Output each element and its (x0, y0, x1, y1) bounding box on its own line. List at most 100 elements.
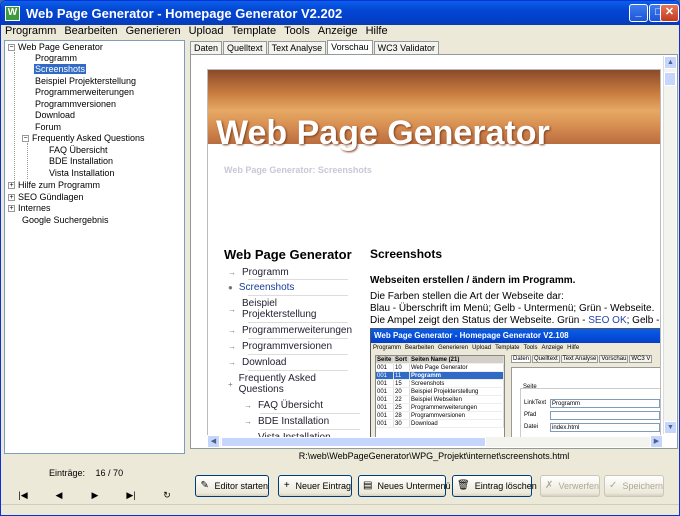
site-menu-item[interactable]: → Beispiel Projekterstellung (228, 298, 342, 320)
site-menu-item[interactable]: → Programm (228, 267, 289, 278)
tab-vorschau[interactable]: Vorschau (327, 40, 373, 54)
tree-item-label: Programmerweiterungen (35, 87, 135, 97)
site-submenu-item[interactable]: → BDE Installation (244, 416, 329, 427)
tree-item-vista-installation[interactable]: Vista Installation (49, 168, 114, 179)
screenshot-row: 001 30 Download (376, 420, 504, 428)
web-preview[interactable]: Web Page Generator Web Page Generator: S… (207, 69, 661, 441)
cell: 001 (376, 388, 394, 395)
site-menu-item[interactable]: → Programmversionen (228, 341, 332, 352)
menu-upload[interactable]: Upload (185, 25, 228, 39)
new-submenu-button[interactable]: ▤ Neues Untermenü (358, 475, 451, 497)
tree-item-programm[interactable]: Programm (35, 53, 77, 64)
menu-template[interactable]: Template (227, 25, 280, 39)
scroll-left-icon[interactable]: ◀ (207, 435, 220, 448)
vertical-scrollbar[interactable]: ▲ ▼ (663, 56, 677, 434)
button-label: Neues Untermenü (377, 481, 451, 491)
seo-ok-link[interactable]: SEO OK (588, 315, 626, 326)
site-menu-item[interactable]: + Frequently Asked Questions (228, 373, 339, 395)
horizontal-scrollbar[interactable]: ◀ ▶ (207, 435, 663, 448)
arrow-icon: → (244, 417, 252, 426)
screenshot-tab: Vorschau (599, 355, 629, 363)
save-button[interactable]: ✓ Speichern (604, 475, 664, 497)
screenshot-field-label: Datei (524, 424, 539, 430)
tree-item-label: Forum (35, 122, 62, 132)
site-menu-label: Beispiel Projekterstellung (242, 298, 317, 320)
first-record-icon[interactable]: |◀ (13, 488, 33, 502)
screenshot-menu-item: Programm (373, 345, 402, 351)
editor-start-button[interactable]: ✎ Editor starten (195, 475, 269, 497)
menu-tools[interactable]: Tools (280, 25, 314, 39)
tree-item-hilfe[interactable]: + Hilfe zum Programm (8, 180, 100, 191)
preview-pane: Web Page Generator Web Page Generator: S… (190, 54, 678, 449)
menu-hilfe[interactable]: Hilfe (362, 25, 392, 39)
scroll-right-icon[interactable]: ▶ (650, 435, 663, 448)
menu-anzeige[interactable]: Anzeige (314, 25, 362, 39)
discard-button[interactable]: ✗ Verwerfen (540, 475, 600, 497)
scroll-down-icon[interactable]: ▼ (664, 421, 677, 434)
tree-item-screenshots[interactable]: Screenshots (34, 64, 87, 75)
menu-bearbeiten[interactable]: Bearbeiten (60, 25, 121, 39)
new-entry-button[interactable]: + Neuer Eintrag (278, 475, 352, 497)
prev-record-icon[interactable]: ◀ (49, 488, 69, 502)
screenshot-menu-item: Tools (523, 345, 538, 351)
title-bar[interactable]: W Web Page Generator - Homepage Generato… (1, 1, 679, 25)
tree-item-internes[interactable]: + Internes (8, 203, 51, 214)
site-submenu-item[interactable]: → FAQ Übersicht (244, 400, 323, 411)
collapse-icon[interactable]: − (8, 44, 15, 52)
next-record-icon[interactable]: ▶ (85, 488, 105, 502)
menu-programm[interactable]: Programm (1, 25, 60, 39)
tree-item-seo[interactable]: + SEO Gündlagen (8, 192, 84, 203)
scroll-up-icon[interactable]: ▲ (664, 56, 677, 69)
cell: 15 (394, 380, 410, 387)
last-record-icon[interactable]: ▶| (121, 488, 141, 502)
tab-wc3-validator[interactable]: WC3 Validator (373, 41, 439, 54)
tree-item-faq[interactable]: − Frequently Asked Questions (22, 133, 145, 144)
collapse-icon[interactable]: − (22, 135, 29, 143)
scroll-thumb[interactable] (664, 72, 676, 86)
navigation-tree[interactable]: − Web Page Generator Programm Screenshots… (4, 40, 185, 454)
site-menu-item[interactable]: → Programmerweiterungen (228, 325, 352, 336)
counter-label: Einträge: (49, 468, 86, 478)
cell: 001 (376, 412, 394, 419)
site-menu-title: Web Page Generator (224, 247, 352, 262)
tree-item-web-page-generator[interactable]: − Web Page Generator (8, 42, 103, 53)
tree-item-bde-installation[interactable]: BDE Installation (49, 156, 113, 167)
cell: 10 (394, 364, 410, 371)
delete-entry-button[interactable]: 🗑 Eintrag löschen (452, 475, 537, 497)
article-text: Blau - Überschrift im Menü; Gelb - Unter… (370, 303, 655, 314)
tree-item-beispiel-projekterstellung[interactable]: Beispiel Projekterstellung (35, 76, 136, 87)
window-title: Web Page Generator - Homepage Generator … (26, 5, 343, 21)
tab-daten[interactable]: Daten (190, 41, 223, 54)
expand-icon[interactable]: + (8, 182, 15, 190)
close-button[interactable]: ✕ (660, 4, 679, 22)
site-menu-item[interactable]: → Download (228, 357, 286, 368)
tree-item-programmerweiterungen[interactable]: Programmerweiterungen (35, 87, 134, 98)
arrow-icon: → (228, 326, 236, 335)
hscroll-thumb[interactable] (221, 437, 486, 447)
submenu-icon: ▤ (363, 480, 373, 491)
tree-item-label: Programmversionen (35, 99, 117, 109)
tree-item-forum[interactable]: Forum (35, 122, 61, 133)
site-menu-label: Programmerweiterungen (242, 325, 353, 336)
site-menu-item[interactable]: ● Screenshots (228, 282, 294, 293)
menu-generieren[interactable]: Generieren (122, 25, 185, 39)
refresh-icon[interactable]: ↻ (157, 488, 177, 502)
col-header: Seite (376, 356, 394, 363)
cell: 28 (394, 412, 410, 419)
expand-icon[interactable]: + (8, 194, 15, 202)
cell: 25 (394, 404, 410, 411)
tab-text-analyse[interactable]: Text Analyse (267, 41, 327, 54)
screenshot-field (550, 411, 660, 420)
tree-item-download[interactable]: Download (35, 110, 75, 121)
screenshot-menu: Programm Bearbeiten Generieren Upload Templa… (371, 343, 660, 354)
tree-item-programmversionen[interactable]: Programmversionen (35, 99, 116, 110)
tree-item-google[interactable]: Google Suchergebnis (22, 215, 109, 226)
tab-quelltext[interactable]: Quelltext (223, 41, 267, 54)
expand-icon[interactable]: + (8, 205, 15, 213)
arrow-icon: → (228, 342, 236, 351)
tree-item-label: Download (35, 110, 76, 120)
cell: Download (410, 420, 504, 427)
screenshot-menu-item: Anzeige (541, 345, 564, 351)
tree-item-faq-uebersicht[interactable]: FAQ Übersicht (49, 145, 108, 156)
minimize-button[interactable]: _ (629, 4, 648, 22)
